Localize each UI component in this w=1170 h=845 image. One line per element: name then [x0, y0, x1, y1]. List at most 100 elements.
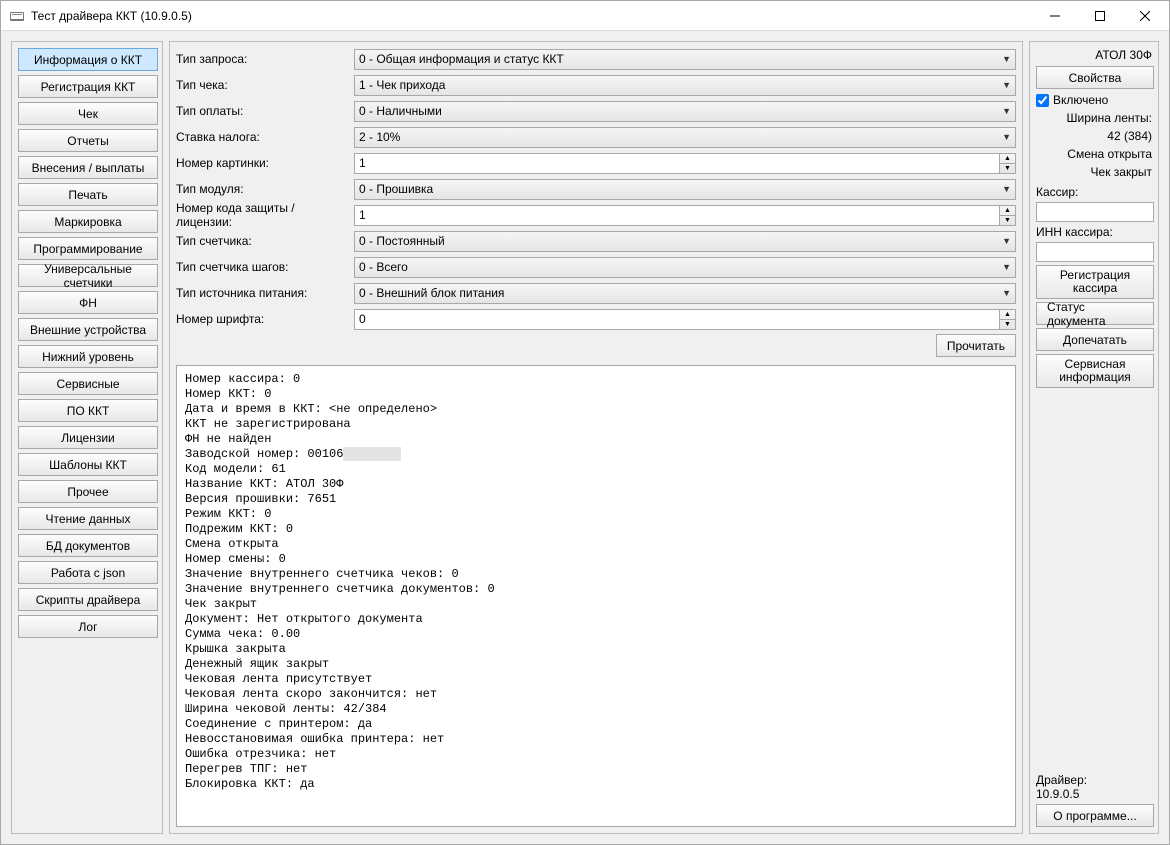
chevron-down-icon: ▼ [1002, 288, 1011, 298]
chevron-down-icon: ▼ [1002, 236, 1011, 246]
sidebar-item-7[interactable]: Программирование [18, 237, 158, 260]
form-select-value-9: 0 - Внешний блок питания [359, 286, 504, 300]
about-button[interactable]: О программе... [1036, 804, 1154, 827]
form-select-9[interactable]: 0 - Внешний блок питания ▼ [354, 283, 1016, 304]
maximize-button[interactable] [1077, 1, 1122, 31]
form-row-1: Тип чека:1 - Чек прихода▼ [176, 74, 1016, 96]
cashier-label: Кассир: [1036, 185, 1152, 199]
sidebar-item-0[interactable]: Информация о ККТ [18, 48, 158, 71]
sidebar-item-3[interactable]: Отчеты [18, 129, 158, 152]
output-line-27: Блокировка ККТ: да [185, 777, 1007, 792]
form-select-7[interactable]: 0 - Постоянный▼ [354, 231, 1016, 252]
chevron-down-icon: ▼ [1002, 262, 1011, 272]
sidebar-item-19[interactable]: Работа с json [18, 561, 158, 584]
sidebar-item-9[interactable]: ФН [18, 291, 158, 314]
output-line-10: Подрежим ККТ: 0 [185, 522, 1007, 537]
properties-button[interactable]: Свойства [1036, 66, 1154, 89]
form-row-8: Тип счетчика шагов: 0 - Всего▼ [176, 256, 1016, 278]
output-line-22: Ширина чековой ленты: 42/384 [185, 702, 1007, 717]
form-row-9: Тип источника питания:0 - Внешний блок п… [176, 282, 1016, 304]
read-button-row: Прочитать [176, 334, 1016, 357]
sidebar-item-10[interactable]: Внешние устройства [18, 318, 158, 341]
check-status: Чек закрыт [1036, 165, 1152, 179]
window-title: Тест драйвера ККТ (10.9.0.5) [31, 9, 1032, 23]
sidebar-item-4[interactable]: Внесения / выплаты [18, 156, 158, 179]
doc-status-button[interactable]: Статус документа [1036, 302, 1154, 325]
form-label-0: Тип запроса: [176, 52, 346, 66]
tape-width-value: 42 (384) [1036, 129, 1152, 143]
chevron-down-icon: ▼ [1002, 184, 1011, 194]
enabled-checkbox[interactable]: Включено [1036, 93, 1152, 107]
minimize-button[interactable] [1032, 1, 1077, 31]
form-select-3[interactable]: 2 - 10%▼ [354, 127, 1016, 148]
chevron-down-icon: ▼ [1002, 54, 1011, 64]
output-line-20: Чековая лента присутствует [185, 672, 1007, 687]
chevron-down-icon: ▼ [1002, 106, 1011, 116]
output-line-24: Невосстановимая ошибка принтера: нет [185, 732, 1007, 747]
sidebar-item-12[interactable]: Сервисные [18, 372, 158, 395]
cashier-input[interactable] [1036, 202, 1154, 222]
sidebar-item-5[interactable]: Печать [18, 183, 158, 206]
sidebar-item-1[interactable]: Регистрация ККТ [18, 75, 158, 98]
sidebar-item-18[interactable]: БД документов [18, 534, 158, 557]
form-select-0[interactable]: 0 - Общая информация и статус ККТ ▼ [354, 49, 1016, 70]
spinner-buttons-10[interactable]: ▲▼ [1000, 309, 1016, 330]
chevron-down-icon[interactable]: ▼ [1000, 216, 1015, 225]
spinner-buttons-6[interactable]: ▲▼ [1000, 205, 1016, 226]
chevron-up-icon[interactable]: ▲ [1000, 310, 1015, 320]
sidebar-item-8[interactable]: Универсальные счетчики [18, 264, 158, 287]
output-line-12: Номер смены: 0 [185, 552, 1007, 567]
read-button[interactable]: Прочитать [936, 334, 1016, 357]
form-select-value-2: 0 - Наличными [359, 104, 442, 118]
sidebar-item-16[interactable]: Прочее [18, 480, 158, 503]
cashier-inn-label: ИНН кассира: [1036, 225, 1152, 239]
sidebar-item-15[interactable]: Шаблоны ККТ [18, 453, 158, 476]
sidebar-item-21[interactable]: Лог [18, 615, 158, 638]
sidebar-item-11[interactable]: Нижний уровень [18, 345, 158, 368]
form-spinner-input-4[interactable] [354, 153, 1000, 174]
sidebar-item-17[interactable]: Чтение данных [18, 507, 158, 530]
form-select-value-5: 0 - Прошивка [359, 182, 433, 196]
chevron-down-icon[interactable]: ▼ [1000, 320, 1015, 329]
sidebar-item-20[interactable]: Скрипты драйвера [18, 588, 158, 611]
close-button[interactable] [1122, 1, 1167, 31]
output-line-2: Дата и время в ККТ: <не определено> [185, 402, 1007, 417]
form-select-1[interactable]: 1 - Чек прихода▼ [354, 75, 1016, 96]
sidebar-item-2[interactable]: Чек [18, 102, 158, 125]
form-row-2: Тип оплаты:0 - Наличными▼ [176, 100, 1016, 122]
form-select-5[interactable]: 0 - Прошивка ▼ [354, 179, 1016, 200]
sidebar-item-13[interactable]: ПО ККТ [18, 399, 158, 422]
chevron-up-icon[interactable]: ▲ [1000, 206, 1015, 216]
form-select-2[interactable]: 0 - Наличными ▼ [354, 101, 1016, 122]
form-label-8: Тип счетчика шагов: [176, 260, 346, 274]
chevron-down-icon: ▼ [1002, 132, 1011, 142]
output-line-7: Название ККТ: АТОЛ 30Ф [185, 477, 1007, 492]
output-textarea[interactable]: Номер кассира: 0Номер ККТ: 0Дата и время… [176, 365, 1016, 827]
form-spinner-4[interactable]: ▲▼ [354, 153, 1016, 174]
output-line-14: Значение внутреннего счетчика документов… [185, 582, 1007, 597]
enabled-checkbox-input[interactable] [1036, 94, 1049, 107]
form-label-4: Номер картинки: [176, 156, 346, 170]
output-line-17: Сумма чека: 0.00 [185, 627, 1007, 642]
output-line-6: Код модели: 61 [185, 462, 1007, 477]
form-select-value-0: 0 - Общая информация и статус ККТ [359, 52, 564, 66]
sidebar-item-6[interactable]: Маркировка [18, 210, 158, 233]
reprint-button[interactable]: Допечатать [1036, 328, 1154, 351]
form-select-8[interactable]: 0 - Всего▼ [354, 257, 1016, 278]
register-cashier-button[interactable]: Регистрация кассира [1036, 265, 1154, 299]
form-row-3: Ставка налога:2 - 10%▼ [176, 126, 1016, 148]
form-spinner-10[interactable]: ▲▼ [354, 309, 1016, 330]
driver-version: 10.9.0.5 [1036, 787, 1152, 801]
titlebar: Тест драйвера ККТ (10.9.0.5) [1, 1, 1169, 31]
form-label-7: Тип счетчика: [176, 234, 346, 248]
chevron-down-icon[interactable]: ▼ [1000, 164, 1015, 173]
cashier-inn-input[interactable] [1036, 242, 1154, 262]
form-spinner-input-10[interactable] [354, 309, 1000, 330]
sidebar-item-14[interactable]: Лицензии [18, 426, 158, 449]
service-info-button[interactable]: Сервисная информация [1036, 354, 1154, 388]
form-spinner-input-6[interactable] [354, 205, 1000, 226]
chevron-up-icon[interactable]: ▲ [1000, 154, 1015, 164]
spinner-buttons-4[interactable]: ▲▼ [1000, 153, 1016, 174]
form-spinner-6[interactable]: ▲▼ [354, 205, 1016, 226]
driver-label: Драйвер: [1036, 773, 1152, 787]
